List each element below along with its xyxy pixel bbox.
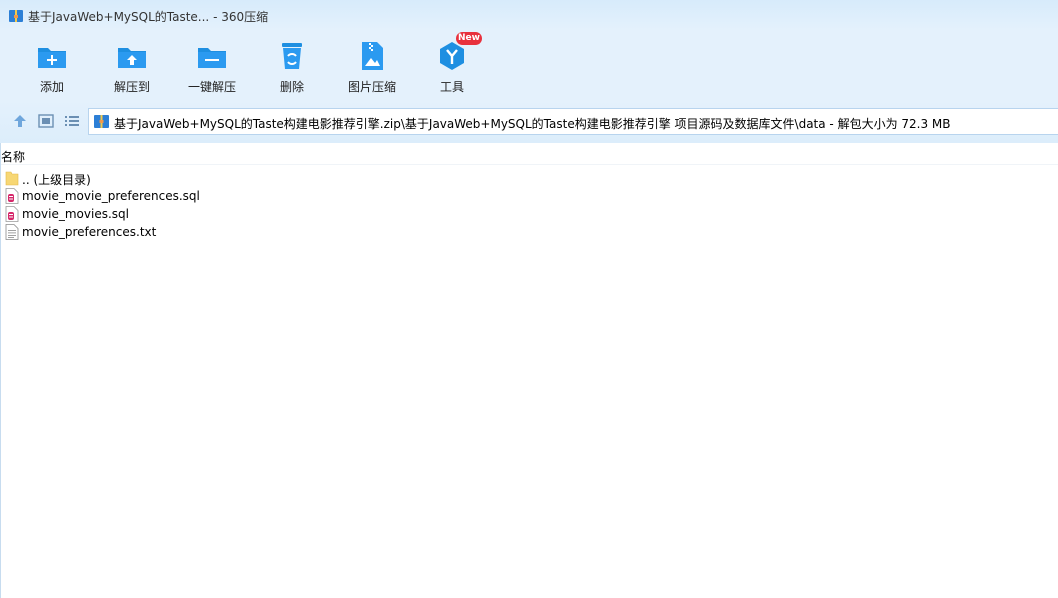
tools-label: 工具 (439, 80, 464, 94)
image-compress-icon (362, 42, 383, 70)
add-button[interactable]: 添加 (12, 36, 92, 100)
add-label: 添加 (39, 80, 64, 94)
delete-label: 删除 (279, 80, 304, 94)
up-arrow-icon[interactable] (11, 112, 29, 130)
extract-to-label: 解压到 (113, 80, 150, 94)
list-item[interactable]: movie_movies.sql (4, 205, 404, 223)
header-divider (1, 164, 1058, 165)
list-item-name: movie_movie_preferences.sql (22, 189, 200, 203)
title-bar: 基于JavaWeb+MySQL的Taste... - 360压缩 (0, 0, 1058, 32)
column-name-label: 名称 (1, 150, 26, 164)
file-list: 名称 .. (上级目录) movie_movie_preferences.sql… (0, 143, 1058, 598)
delete-button[interactable]: 删除 (252, 36, 332, 100)
toolbar-area: 基于JavaWeb+MySQL的Taste... - 360压缩 添加 解压到 (0, 0, 1058, 143)
one-click-extract-button[interactable]: 一键解压 (172, 36, 252, 100)
tools-button[interactable]: New 工具 (412, 32, 492, 100)
sql-file-icon (5, 206, 19, 222)
list-item-name: movie_movies.sql (22, 207, 129, 221)
extract-to-button[interactable]: 解压到 (92, 36, 172, 100)
list-view-icon[interactable] (63, 112, 81, 130)
address-path: 基于JavaWeb+MySQL的Taste构建电影推荐引擎.zip\基于Java… (114, 117, 951, 131)
new-badge: New (456, 32, 482, 45)
thumbnail-view-icon[interactable] (37, 112, 55, 130)
image-compress-button[interactable]: 图片压缩 (332, 36, 412, 100)
folder-icon (5, 171, 19, 186)
archive-icon (94, 115, 109, 128)
list-item[interactable]: movie_preferences.txt (4, 223, 404, 241)
one-click-extract-label: 一键解压 (187, 80, 236, 94)
archive-app-icon (9, 10, 23, 22)
list-item-name: movie_preferences.txt (22, 225, 157, 239)
list-item-name: .. (上级目录) (22, 173, 91, 187)
image-compress-label: 图片压缩 (347, 80, 396, 94)
add-folder-icon (38, 48, 66, 68)
window-title: 基于JavaWeb+MySQL的Taste... - 360压缩 (28, 10, 269, 24)
list-item-parent[interactable]: .. (上级目录) (4, 169, 404, 187)
recycle-bin-icon (282, 43, 302, 69)
address-bar[interactable]: 基于JavaWeb+MySQL的Taste构建电影推荐引擎.zip\基于Java… (88, 108, 1058, 135)
text-file-icon (5, 224, 19, 240)
sql-file-icon (5, 188, 19, 204)
list-item[interactable]: movie_movie_preferences.sql (4, 187, 404, 205)
extract-to-icon (118, 48, 146, 68)
one-click-extract-icon (198, 48, 226, 68)
